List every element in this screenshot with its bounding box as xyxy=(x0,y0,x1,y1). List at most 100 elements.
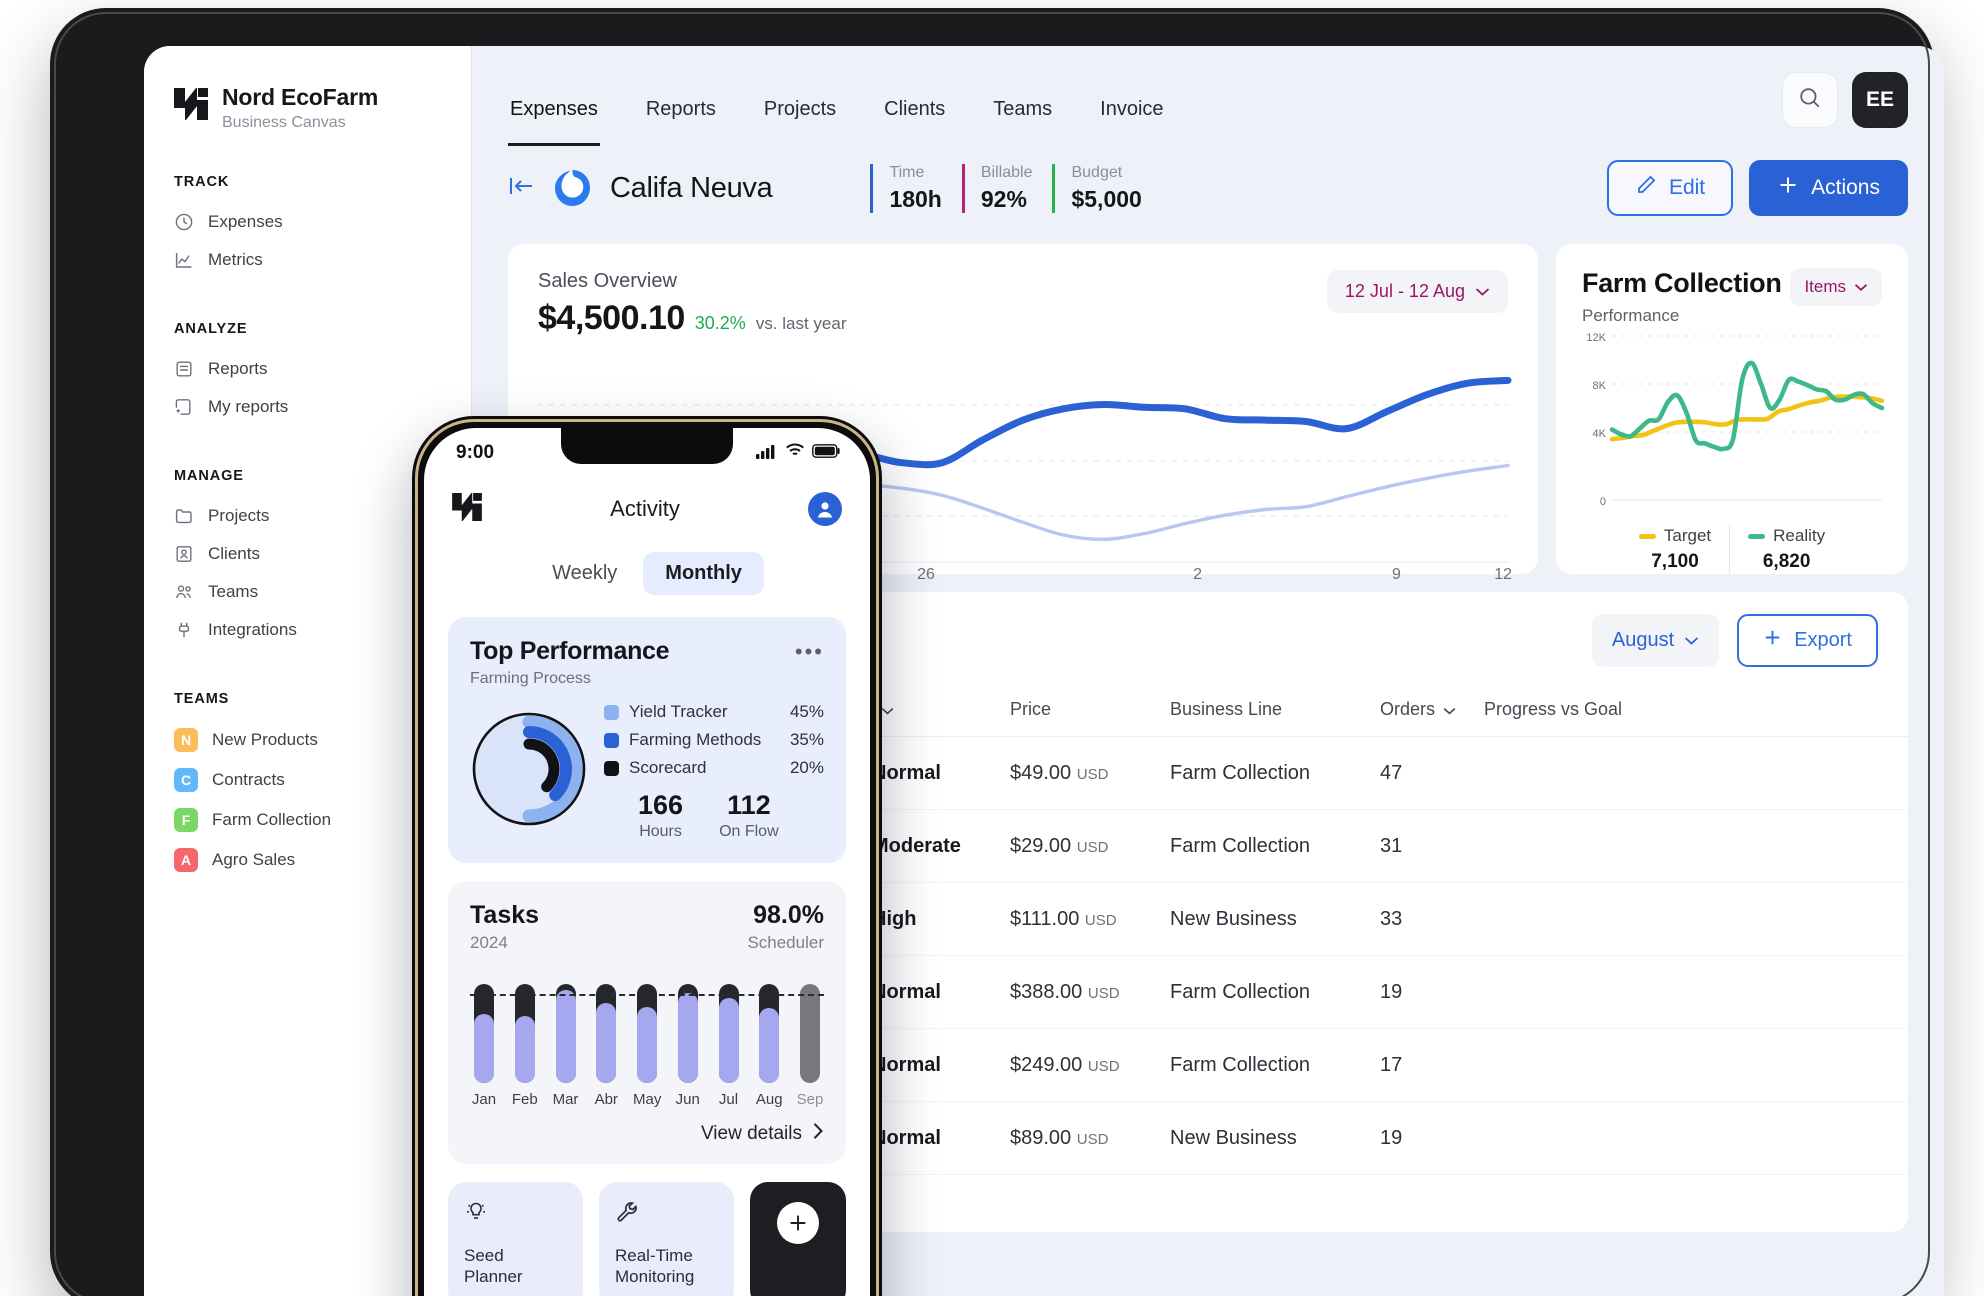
date-range-selector[interactable]: 12 Jul - 12 Aug xyxy=(1326,270,1508,313)
pencil-icon xyxy=(1635,174,1657,202)
check-circle-icon xyxy=(838,978,860,1006)
tab-clients[interactable]: Clients xyxy=(882,98,947,146)
collapse-left-icon[interactable] xyxy=(508,175,534,202)
bar-column xyxy=(474,971,494,1083)
bar-label: Abr xyxy=(594,1091,618,1108)
view-details-link[interactable]: View details xyxy=(470,1122,824,1146)
tab-teams[interactable]: Teams xyxy=(991,98,1054,146)
legend-value: 45% xyxy=(789,702,824,721)
sidebar-team-agro-sales[interactable]: A Agro Sales xyxy=(144,840,471,880)
bar-total xyxy=(637,984,657,1083)
table-row[interactable]: Storage Normal $89.00 USD New Business 19 xyxy=(508,1101,1908,1175)
legend-label: Yield Tracker xyxy=(629,702,728,721)
edit-button[interactable]: Edit xyxy=(1606,160,1734,216)
column-header-price: Price xyxy=(1010,689,1170,737)
phone-page-title: Activity xyxy=(610,496,680,521)
tab-invoice[interactable]: Invoice xyxy=(1098,98,1165,146)
sidebar-team-farm-collection[interactable]: F Farm Collection xyxy=(144,800,471,840)
tab-projects[interactable]: Projects xyxy=(762,98,838,146)
export-button[interactable]: Export xyxy=(1737,614,1878,667)
sidebar-item-label: My reports xyxy=(208,397,289,416)
cell-risk: High xyxy=(838,882,1010,956)
cell-progress xyxy=(1484,1028,1908,1102)
sidebar-item-projects[interactable]: Projects xyxy=(144,497,471,535)
bar-total xyxy=(555,984,576,1083)
tasks-header: Tasks 2024 98.0% Scheduler xyxy=(470,901,824,953)
tasks-percent: 98.0% xyxy=(753,901,824,929)
cell-name xyxy=(508,809,838,883)
sidebar-team-label: Farm Collection xyxy=(212,810,332,829)
nav-section-title: ANALYZE xyxy=(174,321,248,337)
legend-label: Current xyxy=(1063,592,1117,609)
table-row[interactable]: System Normal $249.00 USD Farm Collection 17 xyxy=(508,1028,1908,1102)
column-header-orders[interactable]: Orders xyxy=(1380,689,1484,737)
sidebar-team-new-products[interactable]: N New Products xyxy=(144,720,471,760)
farm-collection-chart: 12K 8K 4K 0 xyxy=(1586,332,1885,508)
search-icon xyxy=(1797,85,1823,116)
tab-expenses[interactable]: Expenses xyxy=(508,98,600,146)
table-row[interactable]: Conservation Kit Normal $388.00 USD Farm Co… xyxy=(508,955,1908,1029)
data-table-panel: August Export Risk Price Business Line O… xyxy=(508,592,1908,1232)
sidebar-item-teams[interactable]: Teams xyxy=(144,573,471,611)
bar-column xyxy=(759,971,780,1083)
ellipsis-icon[interactable]: ••• xyxy=(795,639,824,665)
cell-risk: Moderate xyxy=(838,809,1010,883)
avatar[interactable]: EE xyxy=(1852,72,1908,128)
month-selector[interactable]: August xyxy=(1591,614,1720,667)
stat-value: 92% xyxy=(980,185,1027,212)
segment-monthly[interactable]: Monthly xyxy=(643,552,764,595)
segment-weekly[interactable]: Weekly xyxy=(530,552,639,595)
card-title: Top Performance xyxy=(470,637,670,665)
table-row[interactable]: Normal $49.00 USD Farm Collection 47 xyxy=(508,736,1908,810)
stat-label: Time xyxy=(889,163,925,181)
legend-value: 7,100 xyxy=(1651,551,1699,572)
tab-reports[interactable]: Reports xyxy=(644,98,718,146)
items-selector[interactable]: Items xyxy=(1790,268,1882,306)
sidebar-item-expenses[interactable]: Expenses xyxy=(144,203,471,241)
column-header-risk[interactable]: Risk xyxy=(838,689,1010,737)
sales-chart-legend: Last year Current xyxy=(508,592,1538,610)
legend-label: Target xyxy=(1663,526,1712,545)
farm-collection-card: Farm Collection Performance Items 12K 8K 4… xyxy=(1556,244,1908,574)
table-row[interactable]: Controler System High $111.00 USD New Busin… xyxy=(508,882,1908,956)
export-button-label: Export xyxy=(1794,629,1852,651)
tasks-year: 2024 xyxy=(470,933,508,952)
bar-column xyxy=(718,971,739,1083)
legend-reality: Reality 6,820 xyxy=(1729,526,1843,573)
table-row[interactable]: Moderate $29.00 USD Farm Collection 31 xyxy=(508,809,1908,883)
risk-label: High xyxy=(872,907,917,930)
sidebar-item-label: Integrations xyxy=(208,620,297,639)
actions-button[interactable]: Actions xyxy=(1749,160,1908,216)
sidebar-team-label: New Products xyxy=(212,730,318,749)
add-button[interactable] xyxy=(750,1182,846,1296)
cell-price: $29.00 USD xyxy=(1010,809,1170,883)
quick-action-seed-planner[interactable]: Seed Planner xyxy=(448,1182,583,1296)
sidebar-item-clients[interactable]: Clients xyxy=(144,535,471,573)
info-circle-icon xyxy=(838,832,860,860)
cell-name xyxy=(508,736,838,810)
cell-name: Storage xyxy=(508,1101,838,1175)
bar-label: Jul xyxy=(718,1091,739,1108)
plus-icon xyxy=(1763,628,1782,653)
sidebar-item-my-reports[interactable]: My reports xyxy=(144,388,471,426)
person-avatar-icon[interactable] xyxy=(808,492,842,526)
quick-action-real-time-monitoring[interactable]: Real-Time Monitoring xyxy=(599,1182,734,1296)
card-subtitle: Farming Process xyxy=(470,670,591,687)
sidebar-item-integrations[interactable]: Integrations xyxy=(144,611,471,649)
legend-value: 6,820 xyxy=(1762,551,1811,572)
stat-label: Budget xyxy=(1071,163,1123,181)
search-button[interactable] xyxy=(1782,72,1838,128)
sidebar-item-metrics[interactable]: Metrics xyxy=(144,241,471,279)
plus-icon xyxy=(1777,174,1799,202)
bar-completed xyxy=(677,993,698,1083)
sidebar-team-contracts[interactable]: C Contracts xyxy=(144,760,471,800)
legend-swatch xyxy=(1638,533,1656,539)
sidebar-item-label: Clients xyxy=(208,544,260,563)
y-tick-label: 12K xyxy=(1586,332,1606,344)
risk-label: Normal xyxy=(872,980,941,1003)
project-stats: Time 180h Billable 92% Budget $5,000 xyxy=(870,163,1161,213)
target-line xyxy=(470,993,824,996)
sidebar-item-reports[interactable]: Reports xyxy=(144,350,471,388)
phone-header: Activity xyxy=(424,464,870,526)
cell-risk: Normal xyxy=(838,1101,1010,1175)
